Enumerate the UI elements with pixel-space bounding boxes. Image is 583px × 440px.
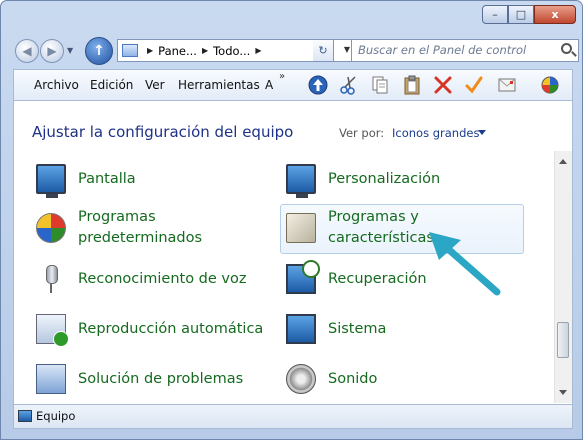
item-pantalla[interactable]: Pantalla [36,164,136,198]
item-label: Programas predeterminados [78,207,202,249]
scissors-icon[interactable] [339,75,359,95]
item-label-line1: Programas y [328,209,419,225]
item-label: Personalización [328,170,441,187]
troubleshooting-icon [36,364,66,394]
search-icon[interactable] [561,43,572,54]
toolbar-overflow-icon[interactable]: » [279,71,285,82]
breadcrumb-separator-icon[interactable]: ▶ [255,46,261,55]
item-label-line1: Programas [78,209,156,225]
breadcrumb-item-all[interactable]: Todo... [213,44,250,58]
status-text: Equipo [36,409,76,423]
menu-archivo[interactable]: Archivo [34,70,79,100]
item-label-line2: predeterminados [78,230,203,246]
view-by-chevron-down-icon[interactable] [478,130,486,135]
item-label: Sistema [328,320,387,337]
color-wheel-icon[interactable] [540,75,560,95]
delete-icon[interactable] [433,75,453,95]
refresh-button[interactable]: ↻ [313,39,334,62]
view-by-label: Ver por: [339,126,385,140]
status-bar: Equipo [13,405,573,429]
recent-pages-dropdown[interactable]: ▼ [67,46,73,55]
item-label: Sonido [328,370,378,387]
scroll-down-icon[interactable] [559,390,567,395]
speaker-icon [286,364,316,394]
item-label: Programas y características [328,207,434,249]
system-icon [286,314,316,344]
breadcrumb-separator-icon[interactable]: ▶ [202,46,208,55]
autoplay-icon [36,314,69,347]
item-solucion-de-problemas[interactable]: Solución de problemas [36,364,243,394]
scroll-up-icon[interactable] [559,159,567,164]
menu-herramientas[interactable]: Herramientas [178,70,260,100]
pointer-arrow-icon [429,232,501,296]
paste-icon[interactable] [402,75,422,95]
menu-toolbar: Archivo Edición Ver Herramientas A » [13,69,573,101]
page-title: Ajustar la configuración del equipo [32,123,294,141]
item-reconocimiento-de-voz[interactable]: Reconocimiento de voz [36,264,246,294]
item-recuperacion[interactable]: Recuperación [286,260,427,294]
default-programs-icon [36,213,66,243]
search-placeholder: Buscar en el Panel de control [358,43,527,57]
forward-button[interactable]: ▶ [40,39,64,63]
item-label: Pantalla [78,170,136,187]
navigation-bar: ◀ ▶ ▼ ↑ ▶ Pane... ▶ Todo... ▶ ▼ ↻ Buscar… [13,37,579,65]
search-input[interactable]: Buscar en el Panel de control [351,39,579,62]
breadcrumb-item-panel[interactable]: Pane... [158,44,197,58]
item-programas-predeterminados[interactable]: Programas predeterminados [36,207,202,249]
up-arrow-icon[interactable] [308,75,328,95]
item-sistema[interactable]: Sistema [286,314,386,344]
microphone-icon [36,264,66,294]
item-sonido[interactable]: Sonido [286,364,377,394]
copy-icon[interactable] [370,75,390,95]
item-reproduccion-automatica[interactable]: Reproducción automática [36,314,264,347]
item-label: Solución de problemas [78,370,244,387]
address-dropdown-icon[interactable]: ▼ [344,45,350,54]
control-panel-icon [122,44,138,57]
control-panel-window: – □ x ◀ ▶ ▼ ↑ ▶ Pane... ▶ Todo... ▶ ▼ ↻ … [0,0,583,440]
programs-features-icon [286,213,316,243]
check-icon[interactable] [464,75,484,95]
up-button[interactable]: ↑ [85,37,113,65]
item-label: Reproducción automática [78,320,264,337]
menu-ayuda[interactable]: A [265,70,273,100]
menu-edicion[interactable]: Edición [90,70,133,100]
item-label-line2: características [328,230,434,246]
scroll-thumb[interactable] [557,322,569,358]
item-label: Recuperación [328,270,427,287]
breadcrumb-separator-icon[interactable]: ▶ [147,46,153,55]
computer-icon [18,410,32,422]
maximize-button[interactable]: □ [508,5,534,24]
item-programas-y-caracteristicas[interactable]: Programas y características [286,207,434,249]
close-button[interactable]: x [534,5,576,24]
vertical-scrollbar[interactable] [554,151,572,403]
email-icon[interactable] [497,75,517,95]
view-by-dropdown[interactable]: Iconos grandes [392,126,479,140]
minimize-button[interactable]: – [482,5,508,24]
back-button[interactable]: ◀ [15,39,39,63]
item-personalizacion[interactable]: Personalización [286,164,441,198]
personalization-icon [286,164,316,198]
item-label: Reconocimiento de voz [78,270,247,287]
menu-ver[interactable]: Ver [145,70,165,100]
caption-buttons: – □ x [482,5,576,24]
monitor-icon [36,164,66,198]
recovery-icon [286,260,320,294]
